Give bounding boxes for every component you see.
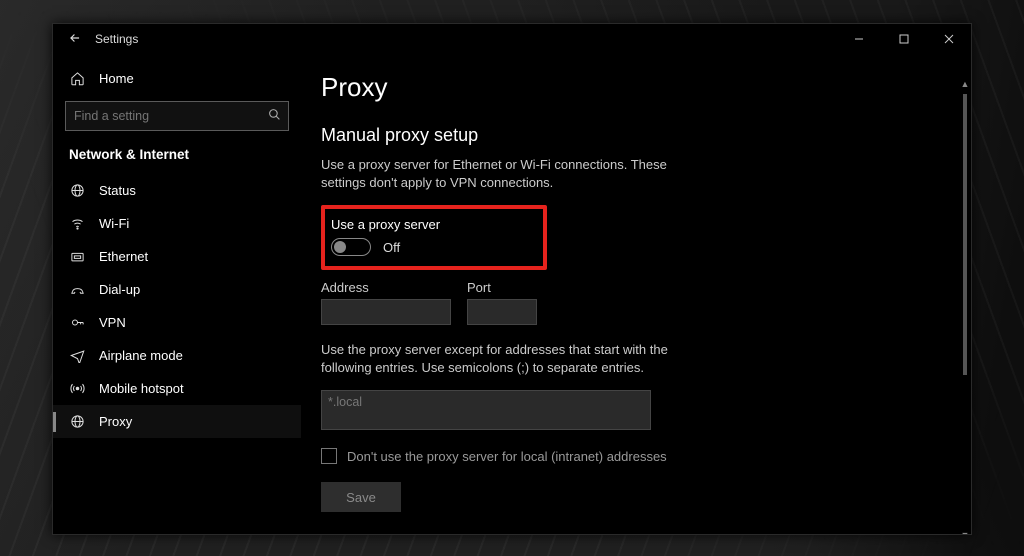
settings-window: Settings Home Network & Internet Status bbox=[52, 23, 972, 535]
local-checkbox[interactable] bbox=[321, 448, 337, 464]
save-button[interactable]: Save bbox=[321, 482, 401, 512]
sidebar-item-wi-fi[interactable]: Wi-Fi bbox=[53, 207, 301, 240]
window-title: Settings bbox=[95, 32, 138, 46]
status-icon bbox=[69, 183, 85, 198]
sidebar-item-dial-up[interactable]: Dial-up bbox=[53, 273, 301, 306]
sidebar-item-label: Wi-Fi bbox=[99, 216, 129, 231]
section-title: Manual proxy setup bbox=[321, 125, 971, 146]
port-input[interactable] bbox=[467, 299, 537, 325]
toggle-label: Use a proxy server bbox=[331, 217, 533, 232]
sidebar-item-proxy[interactable]: Proxy bbox=[53, 405, 301, 438]
sidebar-item-label: Ethernet bbox=[99, 249, 148, 264]
sidebar: Home Network & Internet Status Wi-Fi Ether… bbox=[53, 54, 301, 534]
back-button[interactable] bbox=[61, 31, 89, 48]
content-scrollbar[interactable]: ▲ ▼ bbox=[963, 94, 967, 526]
maximize-button[interactable] bbox=[881, 24, 926, 54]
active-indicator bbox=[53, 412, 56, 432]
sidebar-item-status[interactable]: Status bbox=[53, 174, 301, 207]
home-nav[interactable]: Home bbox=[53, 62, 301, 95]
content-pane: Proxy Manual proxy setup Use a proxy ser… bbox=[301, 54, 971, 534]
home-label: Home bbox=[99, 71, 134, 86]
sidebar-item-mobile-hotspot[interactable]: Mobile hotspot bbox=[53, 372, 301, 405]
address-label: Address bbox=[321, 280, 451, 295]
search-wrap bbox=[65, 101, 289, 131]
sidebar-item-label: VPN bbox=[99, 315, 126, 330]
hotspot-icon bbox=[69, 381, 85, 396]
close-button[interactable] bbox=[926, 24, 971, 54]
page-title: Proxy bbox=[321, 72, 971, 103]
dialup-icon bbox=[69, 282, 85, 297]
sidebar-item-ethernet[interactable]: Ethernet bbox=[53, 240, 301, 273]
section-description: Use a proxy server for Ethernet or Wi-Fi… bbox=[321, 156, 681, 191]
ethernet-icon bbox=[69, 249, 85, 264]
search-input[interactable] bbox=[65, 101, 289, 131]
wifi-icon bbox=[69, 216, 85, 231]
airplane-icon bbox=[69, 348, 85, 363]
sidebar-item-label: Status bbox=[99, 183, 136, 198]
address-input[interactable] bbox=[321, 299, 451, 325]
home-icon bbox=[69, 71, 85, 86]
sidebar-item-label: Mobile hotspot bbox=[99, 381, 184, 396]
except-description: Use the proxy server except for addresse… bbox=[321, 341, 701, 376]
use-proxy-toggle[interactable] bbox=[331, 238, 371, 256]
except-textarea[interactable]: *.local bbox=[321, 390, 651, 430]
titlebar: Settings bbox=[53, 24, 971, 54]
port-label: Port bbox=[467, 280, 537, 295]
sidebar-item-label: Proxy bbox=[99, 414, 132, 429]
toggle-state: Off bbox=[383, 240, 400, 255]
proxy-icon bbox=[69, 414, 85, 429]
sidebar-item-vpn[interactable]: VPN bbox=[53, 306, 301, 339]
minimize-button[interactable] bbox=[836, 24, 881, 54]
search-icon bbox=[268, 108, 281, 124]
vpn-icon bbox=[69, 315, 85, 330]
toggle-knob bbox=[334, 241, 346, 253]
sidebar-section-title: Network & Internet bbox=[53, 143, 301, 174]
proxy-toggle-highlight: Use a proxy server Off bbox=[321, 205, 547, 270]
local-checkbox-label: Don't use the proxy server for local (in… bbox=[347, 449, 667, 464]
sidebar-item-label: Dial-up bbox=[99, 282, 140, 297]
sidebar-item-label: Airplane mode bbox=[99, 348, 183, 363]
sidebar-item-airplane-mode[interactable]: Airplane mode bbox=[53, 339, 301, 372]
